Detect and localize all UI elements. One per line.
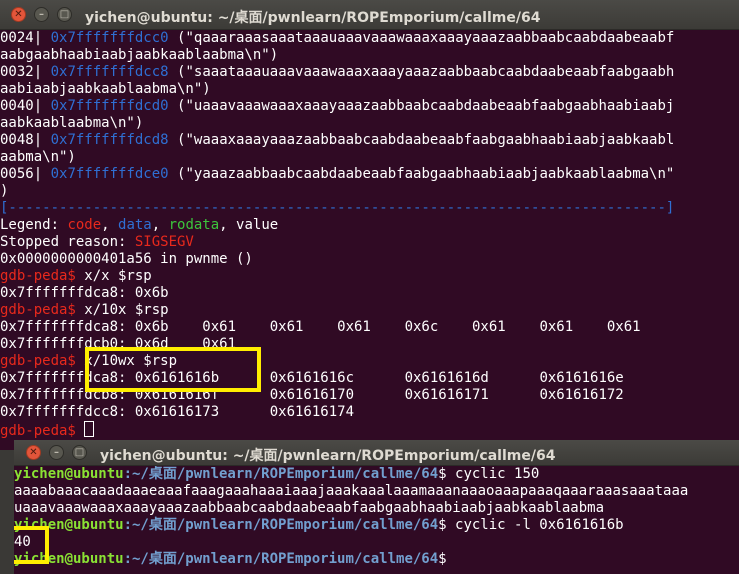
output-line-1a: aaaabaaacaaadaaaeaaafaaagaaahaaaiaaajaaa…: [14, 483, 689, 499]
location-line: 0x0000000000401a56 in pwnme (): [0, 251, 253, 267]
stack-line-0040: 0040| 0x7fffffffdcd0 ("uaaavaaawaaaxaaay…: [0, 98, 675, 114]
stack-line-0024-cont: aabgaabhaabiaabjaabkaablaabma\n"): [0, 47, 279, 63]
minimize-icon[interactable]: –: [34, 7, 49, 22]
legend-line: Legend: code, data, rodata, value: [0, 217, 279, 233]
close-icon[interactable]: ✕: [26, 445, 41, 460]
output-line-3c: 0x7fffffffdcc8: 0x61616173 0x61616174: [0, 404, 355, 420]
maximize-icon[interactable]: □: [57, 7, 72, 22]
stack-line-0032: 0032| 0x7fffffffdcc8 ("saaataaauaaavaaaw…: [0, 64, 675, 80]
output-line-2a: 0x7fffffffdca8: 0x6b 0x61 0x61 0x61 0x6c…: [0, 319, 641, 335]
output-line-1b: uaaavaaawaaaxaaayaaazaabbaabcaabdaabeaab…: [14, 500, 605, 516]
title-bar[interactable]: ✕ – □ yichen@ubuntu: ~/桌面/pwnlearn/ROPEm…: [0, 0, 739, 30]
command-line-1: gdb-peda$ x/x $rsp: [0, 268, 152, 284]
text-cursor: [84, 421, 95, 437]
stack-line-0056-cont: ): [0, 183, 9, 199]
gdb-terminal-window[interactable]: ✕ – □ yichen@ubuntu: ~/桌面/pwnlearn/ROPEm…: [0, 0, 739, 450]
title-bar[interactable]: ✕ – □ yichen@ubuntu: ~/桌面/pwnlearn/ROPEm…: [14, 440, 739, 466]
window-title: yichen@ubuntu: ~/桌面/pwnlearn/ROPEmporium…: [100, 448, 556, 464]
stack-line-0032-cont: aabiaabjaabkaablaabma\n"): [0, 81, 211, 97]
highlight-box-offset: [14, 526, 49, 564]
command-prompt-active[interactable]: yichen@ubuntu:~/桌面/pwnlearn/ROPEmporium/…: [14, 551, 447, 568]
minimize-icon[interactable]: –: [49, 445, 64, 460]
window-title: yichen@ubuntu: ~/桌面/pwnlearn/ROPEmporium…: [85, 10, 541, 26]
shell-terminal-window[interactable]: ✕ – □ yichen@ubuntu: ~/桌面/pwnlearn/ROPEm…: [14, 440, 739, 574]
stack-line-0048-cont: aabma\n"): [0, 149, 76, 165]
command-line-2: yichen@ubuntu:~/桌面/pwnlearn/ROPEmporium/…: [14, 517, 624, 533]
stack-line-0048: 0048| 0x7fffffffdcd8 ("waaaxaaayaaazaabb…: [0, 132, 675, 148]
command-line-1: yichen@ubuntu:~/桌面/pwnlearn/ROPEmporium/…: [14, 466, 540, 482]
terminal-content[interactable]: yichen@ubuntu:~/桌面/pwnlearn/ROPEmporium/…: [14, 466, 739, 574]
close-icon[interactable]: ✕: [11, 7, 26, 22]
highlight-box-examine: [85, 347, 261, 392]
stack-line-0056: 0056| 0x7fffffffdce0 ("yaaazaabbaabcaabd…: [0, 166, 675, 182]
separator-line: [---------------------------------------…: [0, 200, 675, 216]
stopped-reason-line: Stopped reason: SIGSEGV: [0, 234, 194, 250]
command-prompt-active[interactable]: gdb-peda$: [0, 421, 95, 439]
stack-line-0040-cont: aabkaablaabma\n"): [0, 115, 144, 131]
maximize-icon[interactable]: □: [72, 445, 87, 460]
output-line-1: 0x7fffffffdca8: 0x6b: [0, 285, 169, 301]
stack-line-0024: 0024| 0x7fffffffdcc0 ("qaaaraaasaaataaau…: [0, 30, 675, 46]
command-line-2: gdb-peda$ x/10x $rsp: [0, 302, 169, 318]
